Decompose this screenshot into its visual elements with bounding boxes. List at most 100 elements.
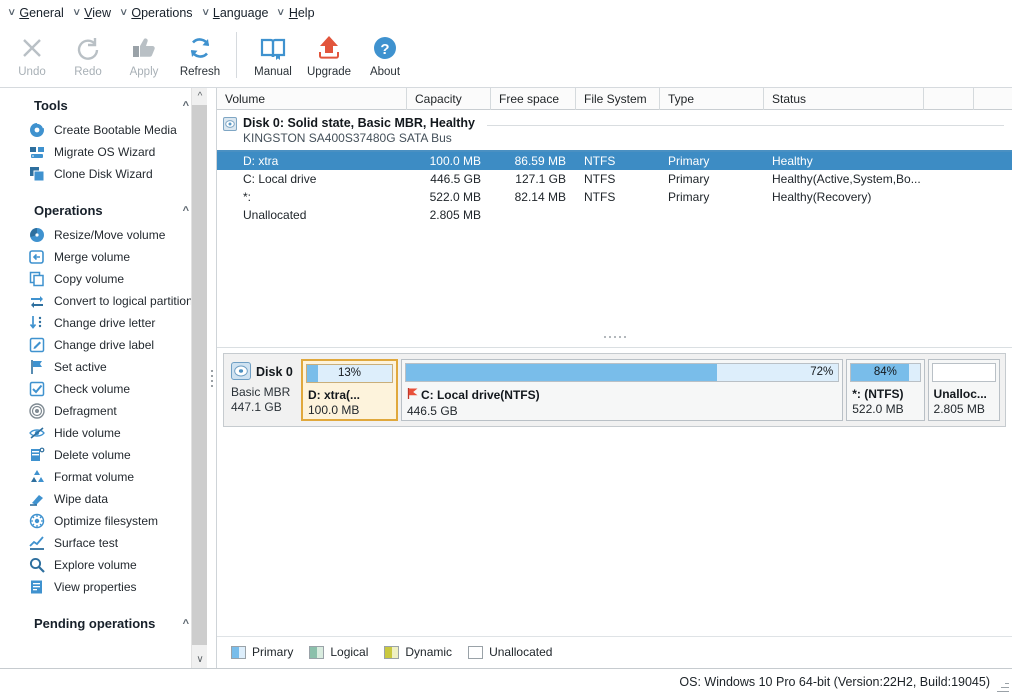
sidebar-item-explore-volume[interactable]: Explore volume [0, 554, 207, 576]
table-row[interactable]: D: xtra100.0 MB86.59 MBNTFSPrimaryHealth… [217, 152, 1012, 170]
redo-button[interactable]: Redo [60, 28, 116, 86]
spacer [0, 598, 207, 610]
menu-view[interactable]: ∨View [71, 2, 118, 23]
table-row[interactable]: Unallocated2.805 MB [217, 206, 1012, 224]
merge-volume-icon [28, 249, 45, 266]
manual-button[interactable]: Manual [245, 28, 301, 86]
table-row[interactable]: *:522.0 MB82.14 MBNTFSPrimaryHealthy(Rec… [217, 188, 1012, 206]
sidebar-item-optimize-filesystem[interactable]: Optimize filesystem [0, 510, 207, 532]
splitter-grip [211, 370, 213, 387]
apply-button[interactable]: Apply [116, 28, 172, 86]
manual-label: Manual [254, 66, 292, 78]
sidebar-item-set-active[interactable]: Set active [0, 356, 207, 378]
sidebar-scrollbar[interactable]: ^ ∨ [191, 88, 207, 668]
column-header-spare[interactable] [924, 88, 974, 110]
vertical-splitter[interactable] [207, 88, 216, 668]
disk-icon [223, 117, 237, 134]
apply-label: Apply [130, 66, 159, 78]
sidebar-item-label: Merge volume [54, 250, 130, 264]
menu-language[interactable]: ∨Language [200, 2, 276, 23]
convert-logical-icon [28, 293, 45, 310]
disk-map-info[interactable]: Disk 0 Basic MBR 447.1 GB [229, 359, 295, 421]
column-header-volume[interactable]: Volume [217, 88, 407, 110]
horizontal-splitter[interactable] [216, 325, 1012, 349]
volume-table: VolumeCapacityFree spaceFile SystemTypeS… [216, 88, 1012, 325]
sidebar-item-create-bootable-media[interactable]: Create Bootable Media [0, 119, 207, 141]
sidebar-item-copy-volume[interactable]: Copy volume [0, 268, 207, 290]
about-button[interactable]: ? About [357, 28, 413, 86]
refresh-icon [185, 31, 215, 65]
sidebar-section-operations[interactable]: Operations ^ [0, 197, 207, 224]
chevron-up-icon[interactable]: ^ [183, 100, 189, 112]
sidebar-item-resize-move-volume[interactable]: Resize/Move volume [0, 224, 207, 246]
column-header-fs[interactable]: File System [576, 88, 660, 110]
partition-label: C: Local drive(NTFS) [402, 385, 842, 403]
sidebar-item-check-volume[interactable]: Check volume [0, 378, 207, 400]
menu-bar: ∨General∨View∨Operations∨Language∨Help [0, 0, 1012, 25]
cell-type: Primary [660, 154, 764, 168]
sidebar-item-migrate-os-wizard[interactable]: Migrate OS Wizard [0, 141, 207, 163]
sidebar-item-change-drive-label[interactable]: Change drive label [0, 334, 207, 356]
partition-label: Unalloc... [929, 385, 999, 401]
scroll-down-icon[interactable]: ∨ [192, 651, 207, 668]
menu-operations[interactable]: ∨Operations [118, 2, 200, 23]
sidebar-section-tools[interactable]: Tools ^ [0, 92, 207, 119]
partition-label-text: C: Local drive(NTFS) [421, 388, 540, 402]
chevron-down-icon: ∨ [72, 8, 81, 18]
partition-block[interactable]: 84%*: (NTFS)522.0 MB [846, 359, 924, 421]
explore-volume-icon [28, 557, 45, 574]
disk-header-row[interactable]: Disk 0: Solid state, Basic MBR, Healthy … [217, 110, 1012, 147]
upgrade-button[interactable]: Upgrade [301, 28, 357, 86]
sidebar-item-change-drive-letter[interactable]: Change drive letter [0, 312, 207, 334]
sidebar-item-convert-to-logical-partition[interactable]: Convert to logical partition [0, 290, 207, 312]
menu-general[interactable]: ∨General [6, 2, 71, 23]
sidebar-item-view-properties[interactable]: View properties [0, 576, 207, 598]
sidebar-item-defragment[interactable]: Defragment [0, 400, 207, 422]
scroll-up-icon[interactable]: ^ [192, 88, 207, 105]
partition-block[interactable]: Unalloc...2.805 MB [928, 359, 1000, 421]
undo-button[interactable]: Undo [4, 28, 60, 86]
chevron-down-icon: ∨ [7, 8, 16, 18]
sidebar-item-format-volume[interactable]: Format volume [0, 466, 207, 488]
column-header-type[interactable]: Type [660, 88, 764, 110]
about-label: About [370, 66, 400, 78]
bootable-media-icon [28, 122, 45, 139]
sidebar-item-delete-volume[interactable]: Delete volume [0, 444, 207, 466]
partition-blocks: 13%D: xtra(...100.0 MB72%C: Local drive(… [295, 359, 1000, 421]
scrollbar-thumb[interactable] [192, 105, 207, 645]
status-bar: OS: Windows 10 Pro 64-bit (Version:22H2,… [0, 668, 1012, 695]
sidebar-item-label: Convert to logical partition [54, 294, 193, 308]
chevron-up-icon[interactable]: ^ [183, 205, 189, 217]
disk-map-panel: Disk 0 Basic MBR 447.1 GB 13%D: xtra(...… [216, 349, 1012, 668]
table-header-row: VolumeCapacityFree spaceFile SystemTypeS… [217, 88, 1012, 110]
cell-status: Healthy(Active,System,Bo... [764, 172, 924, 186]
column-header-capacity[interactable]: Capacity [407, 88, 491, 110]
partition-block[interactable]: 13%D: xtra(...100.0 MB [301, 359, 398, 421]
refresh-button[interactable]: Refresh [172, 28, 228, 86]
partition-block[interactable]: 72%C: Local drive(NTFS)446.5 GB [401, 359, 843, 421]
sidebar-item-label: Change drive letter [54, 316, 155, 330]
sidebar-item-label: Format volume [54, 470, 134, 484]
disk-map-name: Disk 0 [256, 365, 293, 379]
table-row[interactable]: C: Local drive446.5 GB127.1 GBNTFSPrimar… [217, 170, 1012, 188]
menu-help[interactable]: ∨Help [275, 2, 321, 23]
sidebar: Tools ^ Create Bootable MediaMigrate OS … [0, 88, 207, 668]
column-header-free[interactable]: Free space [491, 88, 576, 110]
optimize-filesystem-icon [28, 513, 45, 530]
column-header-status[interactable]: Status [764, 88, 924, 110]
usage-percent: 84% [851, 364, 919, 381]
chevron-up-icon[interactable]: ^ [183, 618, 189, 630]
book-icon [258, 31, 288, 65]
sidebar-item-clone-disk-wizard[interactable]: Clone Disk Wizard [0, 163, 207, 185]
sidebar-item-merge-volume[interactable]: Merge volume [0, 246, 207, 268]
sidebar-section-pending[interactable]: Pending operations ^ [0, 610, 207, 637]
sidebar-item-label: View properties [54, 580, 137, 594]
resize-grip-icon[interactable] [997, 680, 1009, 692]
sidebar-item-wipe-data[interactable]: Wipe data [0, 488, 207, 510]
chevron-down-icon: ∨ [119, 8, 128, 18]
sidebar-item-hide-volume[interactable]: Hide volume [0, 422, 207, 444]
sidebar-item-label: Wipe data [54, 492, 108, 506]
partition-label-text: D: xtra(... [308, 388, 360, 402]
sidebar-item-surface-test[interactable]: Surface test [0, 532, 207, 554]
pending-title: Pending operations [34, 616, 155, 631]
